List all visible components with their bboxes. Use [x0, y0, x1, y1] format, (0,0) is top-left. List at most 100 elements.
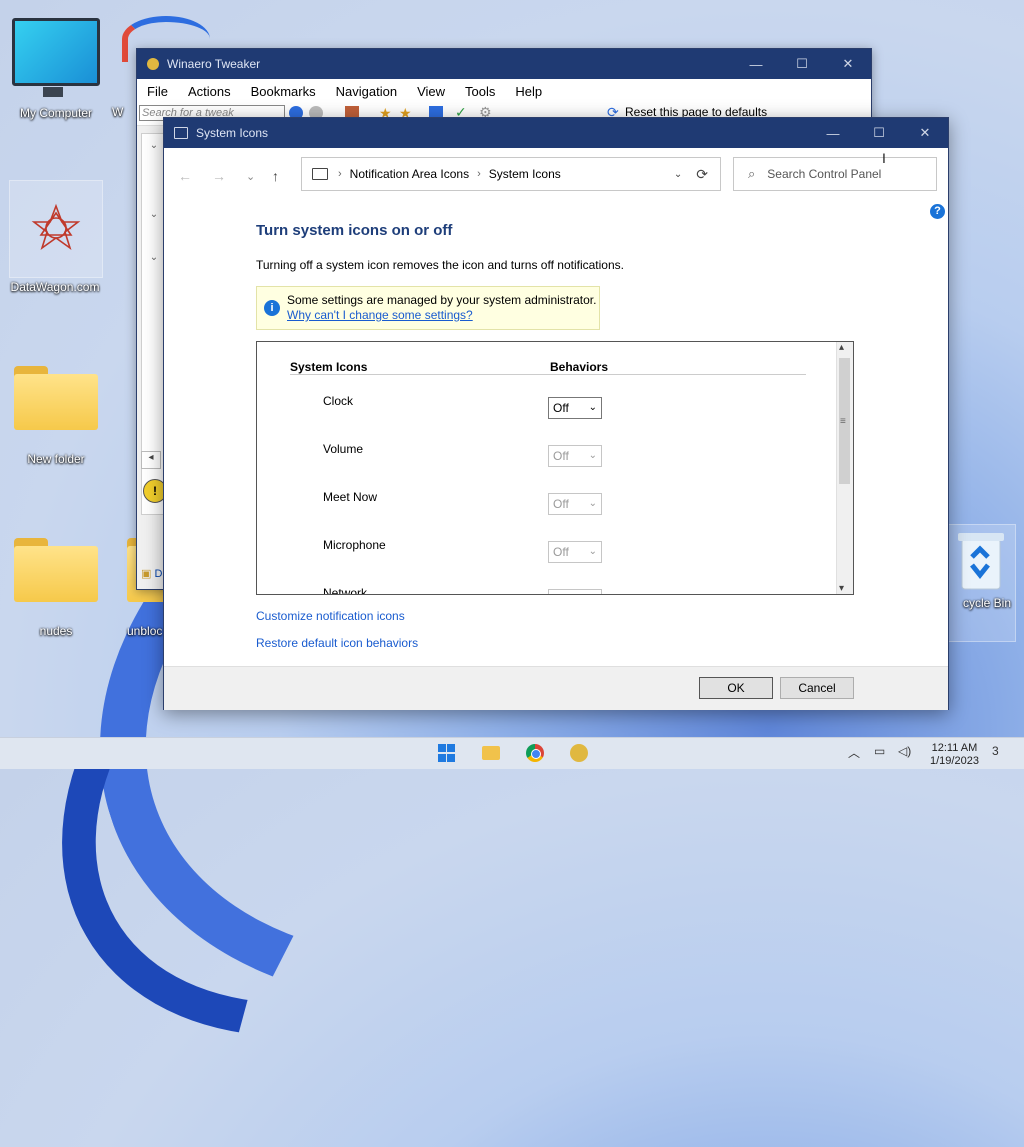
select-value: Off [553, 545, 569, 559]
select-value: Off [553, 401, 569, 415]
search-control-panel-input[interactable]: ⌕ Search Control Panel [733, 157, 937, 191]
admin-help-link[interactable]: Why can't I change some settings? [287, 308, 473, 322]
volume-icon[interactable]: ◁) [898, 744, 911, 758]
text-cursor-icon: I [882, 150, 886, 166]
list-vertical-scrollbar[interactable]: ▴ ≡ ▾ [836, 342, 853, 594]
search-icon: ⌕ [748, 166, 756, 181]
scroll-up-icon[interactable]: ▴ [839, 342, 844, 353]
tray-overflow-icon[interactable]: ︿ [848, 744, 860, 761]
refresh-icon[interactable]: ⟳ [696, 166, 708, 183]
breadcrumb-notification-area-icons[interactable]: Notification Area Icons [350, 167, 469, 181]
close-icon[interactable]: ✕ [902, 125, 948, 141]
folder-icon [14, 366, 98, 430]
scroll-down-icon[interactable]: ▾ [839, 583, 844, 594]
row-label-volume: Volume [323, 442, 364, 456]
chrome-icon[interactable] [526, 744, 544, 762]
recent-locations-icon[interactable]: ⌄ [246, 170, 255, 183]
window-title: System Icons [196, 126, 269, 140]
row-label-network: Network [323, 586, 368, 595]
menu-help[interactable]: Help [505, 84, 552, 99]
shield-icon: ▣ [141, 568, 152, 580]
winaero-app-icon [147, 58, 159, 70]
desktop-icon-label: nudes [39, 624, 73, 638]
menu-bookmarks[interactable]: Bookmarks [241, 84, 326, 99]
system-icons-list: System Icons Behaviors Clock Off ⌄ Volum… [256, 341, 854, 595]
meet-now-behavior-select: Off ⌄ [548, 493, 602, 515]
content-area: Turn system icons on or off Turning off … [256, 222, 916, 330]
column-header-system-icons: System Icons [290, 360, 368, 374]
menu-actions[interactable]: Actions [178, 84, 241, 99]
address-dropdown-icon[interactable]: ⌄ [674, 169, 682, 180]
datawagon-logo-icon [31, 203, 81, 251]
search-placeholder: Search Control Panel [767, 167, 882, 181]
network-icon[interactable]: ▭ [874, 744, 885, 758]
column-header-behaviors: Behaviors [550, 360, 609, 374]
row-label-microphone: Microphone [323, 538, 386, 552]
notification-badge[interactable]: 3 [992, 744, 999, 758]
desktop-icon-datawagon[interactable] [9, 180, 103, 278]
menu-navigation[interactable]: Navigation [326, 84, 407, 99]
desktop-icon-label-datawagon: DataWagon.com [9, 280, 101, 294]
clock-behavior-select[interactable]: Off ⌄ [548, 397, 602, 419]
clock[interactable]: 12:11 AM 1/19/2023 [930, 742, 979, 768]
minimize-icon[interactable]: — [733, 57, 779, 72]
taskbar: ︿ ▭ ◁) 12:11 AM 1/19/2023 3 [0, 737, 1024, 769]
folder-icon [14, 538, 98, 602]
list-header: System Icons Behaviors [290, 360, 806, 375]
winaero-menubar: File Actions Bookmarks Navigation View T… [137, 79, 871, 103]
help-icon[interactable]: ? [930, 204, 945, 219]
address-bar[interactable]: › Notification Area Icons › System Icons… [301, 157, 721, 191]
scroll-grip-icon: ≡ [840, 416, 846, 427]
page-description: Turning off a system icon removes the ic… [256, 258, 624, 272]
clock-time: 12:11 AM [931, 742, 978, 754]
customize-notification-icons-link[interactable]: Customize notification icons [256, 609, 405, 623]
maximize-icon[interactable]: ☐ [856, 125, 902, 141]
computer-icon [312, 168, 328, 180]
network-behavior-select [548, 589, 602, 594]
desktop-icon-label: unbloc [127, 624, 163, 638]
desktop-icon-nudes[interactable]: nudes [10, 538, 102, 638]
desktop-icon-label: DataWagon.com [10, 280, 100, 294]
winaero-status-link[interactable]: ▣ D [141, 567, 162, 580]
status-link-text: D [154, 568, 163, 580]
forward-icon[interactable]: → [212, 168, 226, 184]
chevron-down-icon: ⌄ [588, 498, 597, 509]
row-label-meet-now: Meet Now [323, 490, 378, 504]
ok-button[interactable]: OK [699, 677, 773, 699]
cancel-button[interactable]: Cancel [780, 677, 854, 699]
info-icon: i [264, 300, 280, 316]
control-panel-icon [174, 127, 188, 139]
back-icon[interactable]: ← [178, 168, 192, 184]
select-value: Off [553, 497, 569, 511]
clock-date: 1/19/2023 [930, 755, 979, 767]
breadcrumb-separator: › [477, 168, 481, 180]
microphone-behavior-select: Off ⌄ [548, 541, 602, 563]
close-icon[interactable]: ✕ [825, 56, 871, 72]
navigation-bar: ← → ⌄ ↑ › Notification Area Icons › Syst… [164, 148, 948, 204]
up-icon[interactable]: ↑ [272, 168, 279, 184]
desktop-icon-new-folder[interactable]: New folder [10, 366, 102, 466]
start-button[interactable] [438, 744, 456, 762]
dialog-footer: OK Cancel [164, 666, 948, 710]
scroll-left-button[interactable]: ◂ [141, 451, 161, 469]
monitor-icon [12, 18, 100, 97]
restore-default-behaviors-link[interactable]: Restore default icon behaviors [256, 636, 418, 650]
menu-tools[interactable]: Tools [455, 84, 505, 99]
recycle-bin-icon [958, 533, 1004, 590]
chevron-down-icon: ⌄ [588, 546, 597, 557]
select-value: Off [553, 449, 569, 463]
desktop-icon-label: W [112, 105, 124, 119]
winaero-taskbar-icon[interactable] [570, 744, 588, 762]
file-explorer-icon[interactable] [482, 746, 500, 760]
window-title: Winaero Tweaker [167, 57, 261, 71]
desktop-icon-my-computer[interactable]: My Computer [10, 18, 102, 120]
maximize-icon[interactable]: ☐ [779, 56, 825, 72]
desktop-icon-label: My Computer [19, 106, 93, 120]
menu-file[interactable]: File [137, 84, 178, 99]
breadcrumb-system-icons[interactable]: System Icons [489, 167, 561, 181]
chevron-down-icon: ⌄ [588, 402, 597, 413]
row-label-clock: Clock [323, 394, 354, 408]
system-icons-titlebar: System Icons — ☐ ✕ [164, 118, 948, 148]
minimize-icon[interactable]: — [810, 126, 856, 141]
menu-view[interactable]: View [407, 84, 455, 99]
